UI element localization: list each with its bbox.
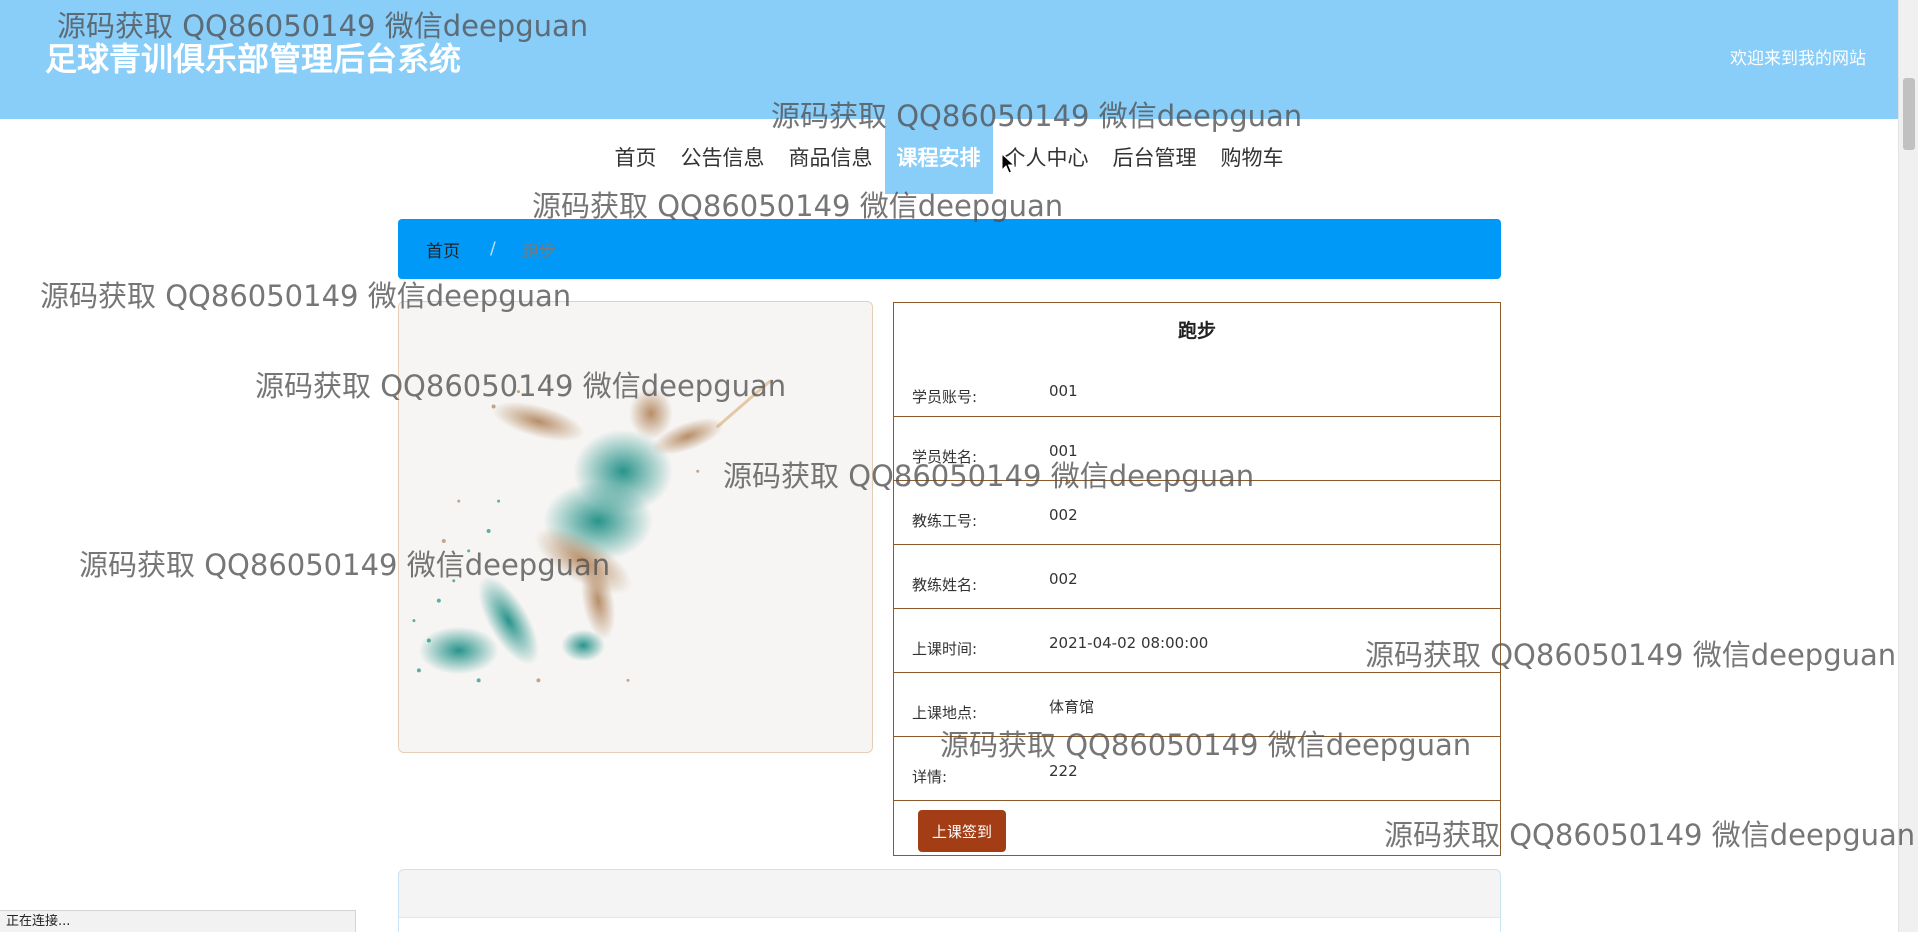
bottom-panel [398,869,1501,932]
field-label: 教练工号: [912,512,978,530]
field-label: 详情: [912,768,948,786]
breadcrumb: 首页 / 跑步 [398,219,1501,279]
page-scrollbar[interactable] [1898,0,1918,932]
detail-title: 跑步 [1177,319,1216,342]
field-row-details: 详情: 222 [894,737,1500,801]
field-row-coach-id: 教练工号: 002 [894,481,1500,545]
field-value: 001 [1049,381,1078,400]
nav-item-announcements[interactable]: 公告信息 [669,119,777,194]
field-value: 222 [1049,761,1078,780]
breadcrumb-separator: / [490,239,496,259]
field-row-student-account: 学员账号: 001 [894,355,1500,417]
field-label: 上课地点: [912,704,978,722]
bottom-panel-body [399,917,1500,932]
field-label: 学员姓名: [912,448,978,466]
field-row-class-time: 上课时间: 2021-04-02 08:00:00 [894,609,1500,673]
field-value: 2021-04-02 08:00:00 [1049,633,1209,652]
field-label: 学员账号: [912,388,978,406]
browser-status-bar: 正在连接... [0,910,356,932]
course-image [398,301,873,753]
runner-illustration-icon [399,302,872,752]
nav-item-cart[interactable]: 购物车 [1209,119,1296,194]
field-row-class-location: 上课地点: 体育馆 [894,673,1500,737]
course-detail-panel: 跑步 学员账号: 001 学员姓名: 001 教练工号: 002 教练姓名: 0… [893,302,1501,856]
scrollbar-thumb[interactable] [1903,78,1915,150]
field-row-student-name: 学员姓名: 001 [894,417,1500,481]
nav-item-home[interactable]: 首页 [603,119,669,194]
breadcrumb-current: 跑步 [521,241,556,262]
welcome-text: 欢迎来到我的网站 [1730,49,1866,69]
class-signin-button[interactable]: 上课签到 [918,810,1007,852]
field-label: 教练姓名: [912,576,978,594]
field-value: 002 [1049,569,1078,588]
nav-list: 首页 公告信息 商品信息 课程安排 个人中心 后台管理 购物车 [603,113,1296,194]
main-nav: 首页 公告信息 商品信息 课程安排 个人中心 后台管理 购物车 [0,113,1898,194]
field-value: 体育馆 [1049,698,1095,716]
nav-item-course-schedule[interactable]: 课程安排 [884,113,993,194]
field-label: 上课时间: [912,640,978,658]
nav-item-admin[interactable]: 后台管理 [1101,119,1209,194]
field-row-coach-name: 教练姓名: 002 [894,545,1500,609]
nav-item-products[interactable]: 商品信息 [777,119,885,194]
field-value: 001 [1049,441,1078,460]
site-header: 足球青训俱乐部管理后台系统 欢迎来到我的网站 [0,0,1898,119]
mouse-cursor-icon [1001,153,1015,174]
field-value: 002 [1049,505,1078,524]
action-row: 上课签到 [894,801,1500,861]
site-title: 足球青训俱乐部管理后台系统 [45,40,462,78]
breadcrumb-home-link[interactable]: 首页 [426,237,460,262]
